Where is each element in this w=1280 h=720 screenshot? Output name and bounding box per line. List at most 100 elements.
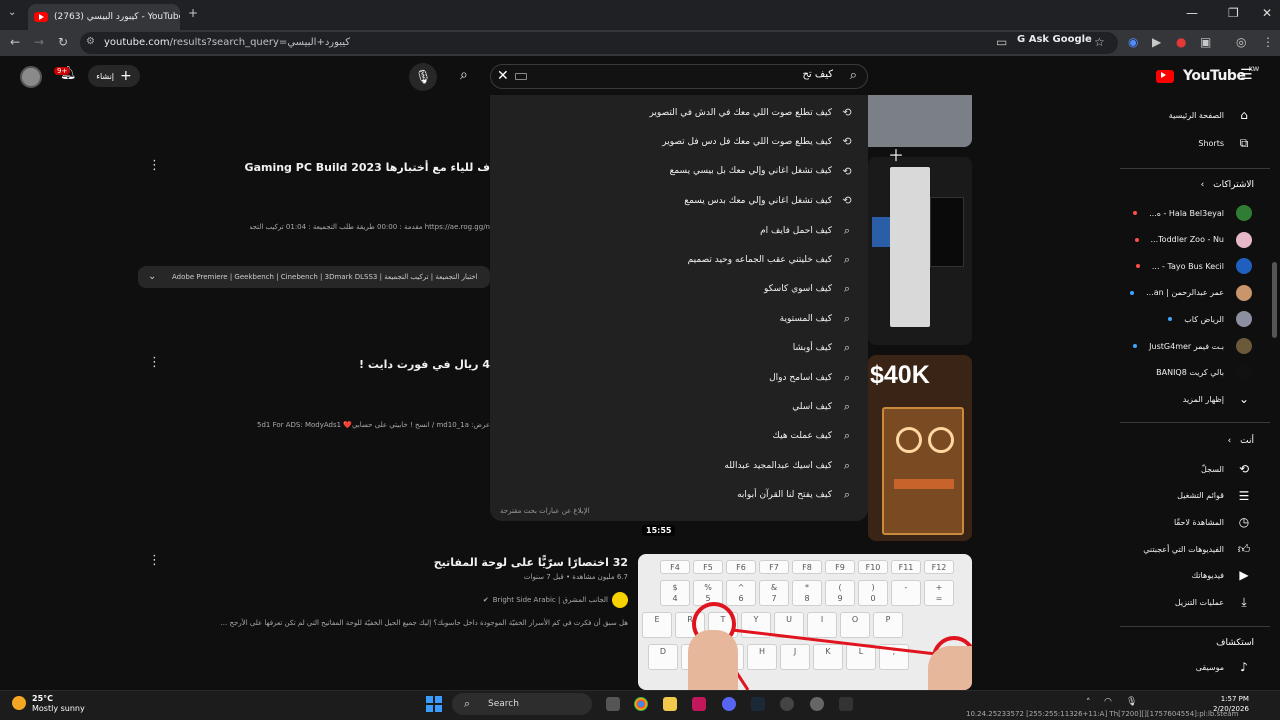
forward-icon[interactable]: →	[34, 35, 44, 49]
report-suggestions-link[interactable]: الإبلاغ عن عبارات بحث مقترحة	[500, 507, 590, 515]
suggestion-item[interactable]: ⌕ كيف اسوي كاسكو	[764, 282, 854, 296]
sidebar-divider	[1120, 168, 1270, 169]
search-submit-icon[interactable]: ⌕	[460, 67, 468, 83]
discord-icon[interactable]	[722, 697, 736, 711]
sidebar-show-more[interactable]: ⌄ إظهار المزيد	[1183, 392, 1252, 406]
extension-2-icon[interactable]: ▶	[1152, 35, 1161, 49]
result-1-title[interactable]: ف للياء مع أختبارها Gaming PC Build 2023	[245, 161, 490, 174]
sidebar-channel[interactable]: Toddler Zoo - Nu...	[1134, 231, 1252, 248]
app-grid-icon[interactable]	[839, 697, 853, 711]
thumbnail-2-40k-pc[interactable]: $40K	[868, 355, 972, 541]
search-suggestions-dropdown: ⟲ كيف تطلع صوت اللي معك في الدش في التصوي…	[490, 95, 868, 521]
thumbnail-1-pc-build[interactable]	[868, 157, 972, 345]
sidebar-item-shorts[interactable]: ⧉ Shorts	[1198, 136, 1252, 151]
sidebar-channel[interactable]: Hala Bel3eyal - ه...	[1133, 205, 1252, 221]
sidebar-channel[interactable]: Tayo Bus Kecil - ...	[1135, 258, 1252, 275]
weather-widget[interactable]: 25°C Mostly sunny	[12, 694, 85, 714]
suggestion-item[interactable]: ⟲ كيف تطلع صوت اللي معك في الدش في التصوي…	[649, 106, 854, 119]
ask-google-button[interactable]: G Ask Google	[1017, 34, 1092, 45]
app-a-icon[interactable]	[692, 697, 706, 711]
task-view-icon[interactable]	[606, 697, 620, 711]
page-scrollbar[interactable]	[1272, 262, 1277, 338]
browser-menu-icon[interactable]: ⋮	[1262, 35, 1274, 49]
sidebar-item-your-videos[interactable]: ▶ فيديوهاتك	[1192, 568, 1252, 582]
result-2-menu-icon[interactable]: ⋮	[148, 355, 161, 370]
suggestion-item[interactable]: ⌕ كيف خليتني عقب الجماعه وحيد تصميم	[688, 253, 854, 267]
settings-gear-icon[interactable]	[810, 697, 824, 711]
steam-icon[interactable]	[751, 697, 765, 711]
close-window-icon[interactable]: ✕	[1262, 6, 1272, 20]
account-avatar[interactable]	[20, 66, 42, 88]
cast-icon[interactable]: ▭	[996, 35, 1007, 49]
notification-badge: 9+	[54, 67, 71, 75]
sidebar-channel[interactable]: عمر عبدالرحمن | an...	[1130, 284, 1252, 301]
bookmark-star-icon[interactable]: ☆	[1094, 35, 1105, 49]
chrome-icon[interactable]	[634, 697, 648, 711]
suggestion-item[interactable]: ⟲ كيف تشغل اغاني وإلي معك بدس يسمع	[684, 194, 854, 207]
new-tab-icon[interactable]: +	[188, 6, 198, 20]
tab-search-icon[interactable]: ⌄	[8, 7, 16, 18]
sidebar-channel[interactable]: بـت فيمر JustG4mer	[1133, 338, 1252, 354]
guide-menu-icon[interactable]: ☰	[1240, 67, 1253, 83]
suggestion-item[interactable]: ⌕ كيف أوبشا	[793, 341, 854, 355]
sidebar-item-history[interactable]: ⟲ السجلّ	[1201, 462, 1252, 476]
result-3-title[interactable]: 32 اختصارًا سرّيًّا على لوحة المفاتيح	[434, 556, 628, 569]
browser-tab[interactable]: (2763) كيبورد البيسي - YouTube ✕	[28, 4, 180, 30]
thumbnail-0[interactable]	[868, 95, 972, 147]
back-icon[interactable]: ←	[10, 35, 20, 49]
create-button[interactable]: إنشاء +	[88, 65, 140, 87]
result-2-title[interactable]: 4 ريال في فورت دايت !	[359, 358, 490, 371]
address-bar[interactable]: youtube.com/results?search_query=كيبورد+…	[80, 32, 1118, 54]
suggestion-item[interactable]: ⌕ كيف اسامح دوال	[769, 371, 854, 385]
tray-chevron-icon[interactable]: ˄	[1086, 698, 1091, 708]
suggestion-item[interactable]: ⌕ كيف اسيك عبدالمجيد عبدالله	[724, 459, 854, 473]
mic-tray-icon[interactable]: 🎙︎	[1126, 697, 1137, 707]
start-button[interactable]	[426, 696, 442, 712]
search-icon: ⌕	[843, 253, 851, 266]
youtube-favicon-icon	[34, 12, 48, 22]
suggestion-item[interactable]: ⌕ كيف المستوية	[780, 312, 854, 326]
sidebar-item-playlist[interactable]: ☰ قوائم التشغيل	[1177, 489, 1252, 503]
suggestion-item[interactable]: ⌕ كيف احمل فايف ام	[760, 224, 854, 238]
result-3-channel-name[interactable]: الجانب المشرق | Bright Side Arabic	[493, 596, 608, 604]
sidebar-item-clock[interactable]: ◷ المشاهدة لاحقًا	[1174, 515, 1252, 529]
channel-avatar[interactable]	[612, 592, 628, 608]
sidebar-item-music[interactable]: ♪ موسيقى	[1196, 660, 1252, 674]
app-circle-icon[interactable]	[780, 697, 794, 711]
extensions-puzzle-icon[interactable]: ▣	[1200, 35, 1211, 49]
subscriptions-heading[interactable]: الاشتراكات ›	[1201, 180, 1254, 190]
suggestion-item[interactable]: ⌕ كيف اسلي	[792, 400, 854, 414]
search-icon: ⌕	[843, 311, 851, 325]
result-1-menu-icon[interactable]: ⋮	[148, 158, 161, 173]
thumbnail-3-keyboard[interactable]: F4 F5 F6 F7 F8 F9 F10 F11 F12 $ 4% 5 ^ 6 & 7 * 8( 9)…	[638, 554, 972, 690]
clear-search-icon[interactable]: ✕	[497, 68, 509, 84]
extension-3-icon[interactable]: ●	[1176, 35, 1186, 49]
extension-1-icon[interactable]: ◉	[1128, 35, 1138, 49]
voice-search-button[interactable]: 🎙︎	[409, 63, 437, 91]
result-1-chapters[interactable]: ⌄ Adobe Premiere | Geekbench | Cinebench…	[138, 266, 490, 288]
taskbar-search[interactable]: ⌕ Search	[452, 693, 592, 715]
reload-icon[interactable]: ↻	[58, 35, 68, 49]
file-explorer-icon[interactable]	[663, 697, 677, 711]
sidebar-item-download[interactable]: ⤓ عمليات التنزيل	[1175, 595, 1252, 610]
search-input[interactable]: كيف تح	[802, 69, 833, 80]
restore-icon[interactable]: ❐	[1228, 6, 1239, 20]
wifi-icon[interactable]: ◠	[1104, 697, 1112, 707]
suggestion-item[interactable]: ⌕ كيف عملت هيك	[773, 429, 854, 443]
suggestion-item[interactable]: ⟲ كيف يطلع صوت اللي معك فل دس فل تصوير	[662, 135, 854, 148]
profile-icon[interactable]: ◎	[1236, 35, 1246, 49]
sidebar-channel[interactable]: بالي كريت BANIQ8	[1156, 364, 1252, 381]
suggestion-item[interactable]: ⟲ كيف تشغل اغاني وإلي معك بل بيسي يسمع	[670, 165, 854, 178]
you-heading[interactable]: أنت ›	[1228, 436, 1254, 446]
keyboard-icon[interactable]	[515, 73, 527, 80]
result-3-channel[interactable]: الجانب المشرق | Bright Side Arabic ✔︎	[483, 592, 628, 608]
sidebar-item-home[interactable]: ⌂ الصفحة الرئيسية	[1169, 108, 1252, 122]
sidebar-item-thumbs-up[interactable]: 👍︎ الفيديوهات التي أعجبتني	[1143, 542, 1252, 557]
sidebar-channel[interactable]: الرياض كاب	[1168, 311, 1252, 328]
search-box[interactable]: ✕ كيف تح ⌕	[490, 64, 868, 89]
taskbar-search-icon: ⌕	[464, 697, 471, 710]
minimize-icon[interactable]: —	[1186, 6, 1198, 20]
site-info-icon[interactable]: ⚙	[86, 36, 95, 47]
result-3-menu-icon[interactable]: ⋮	[148, 553, 161, 568]
suggestion-item[interactable]: ⌕ كيف يفتح لنا القرآن أبوابه	[737, 488, 854, 502]
